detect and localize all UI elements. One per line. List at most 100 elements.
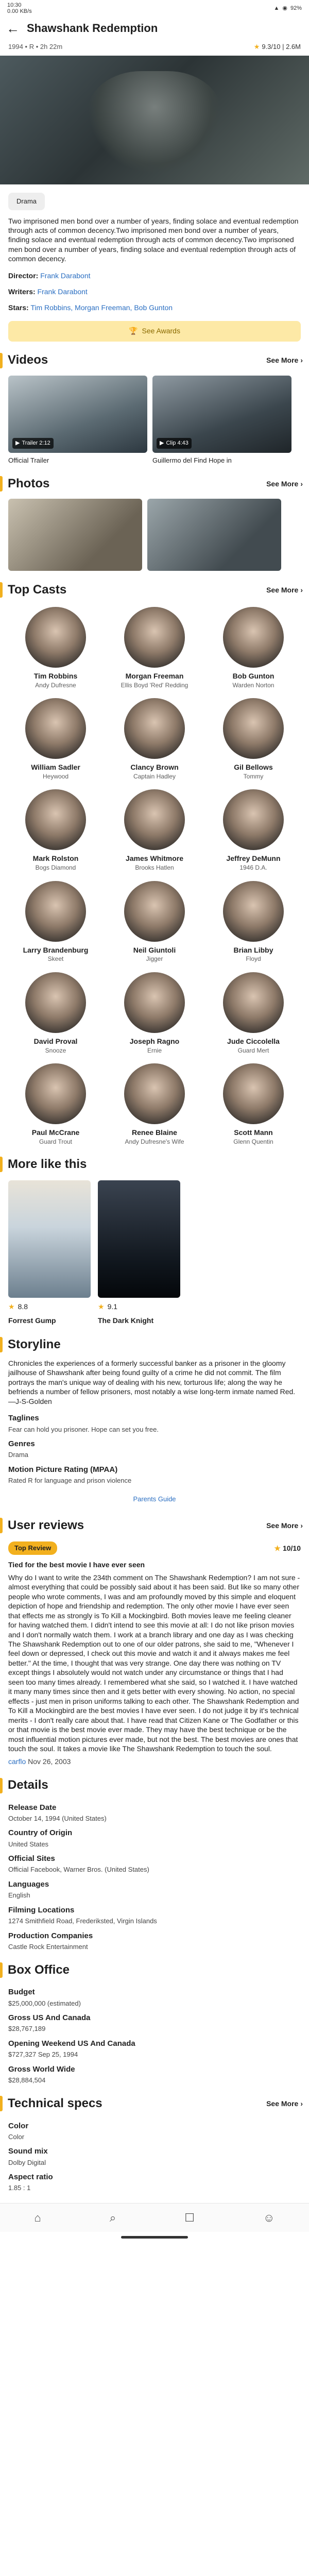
cast-member[interactable]: David Proval Snooze [6, 972, 105, 1054]
detail-value: English [8, 1891, 30, 1900]
reviews-see-more-button[interactable]: See More › [266, 1521, 303, 1531]
director-link[interactable]: Frank Darabont [40, 272, 90, 280]
detail-label: Aspect ratio [8, 2173, 53, 2182]
cast-member[interactable]: Paul McCrane Guard Trout [6, 1063, 105, 1145]
review-byline: carflo Nov 26, 2003 [8, 1757, 301, 1767]
cast-member[interactable]: James Whitmore Brooks Hatlen [105, 789, 204, 871]
cast-member[interactable]: Joseph Ragno Ernie [105, 972, 204, 1054]
parents-guide-button[interactable]: Parents Guide [126, 1492, 183, 1507]
photo-strip [0, 496, 309, 571]
movie-meta-row: 1994 • R • 2h 22m ★ 9.3/10 | 2.6M [0, 40, 309, 54]
detail-label: Gross World Wide [8, 2064, 75, 2074]
cast-role: Warden Norton [232, 681, 274, 689]
poster-rating: ★ 9.1 [98, 1302, 180, 1312]
cast-member[interactable]: Neil Giuntoli Jigger [105, 880, 204, 963]
storyline-section-header: Storyline [0, 1333, 309, 1357]
see-more-label: See More [266, 479, 299, 488]
rating-summary: ★ 9.3/10 | 2.6M [254, 42, 301, 52]
cast-name: Gil Bellows [234, 763, 273, 772]
bookmark-icon[interactable]: ☐ [184, 2210, 195, 2226]
photos-see-more-button[interactable]: See More › [266, 479, 303, 489]
detail-value: 1274 Smithfield Road, Frederiksted, Virg… [8, 1917, 157, 1925]
detail-value: $28,884,504 [8, 2076, 46, 2084]
poster-rating-value: 8.8 [18, 1302, 28, 1311]
see-more-label: See More [266, 356, 299, 365]
status-speed: 0.00 KB/s [7, 8, 32, 14]
photo-thumbnail[interactable] [8, 499, 142, 571]
see-awards-button[interactable]: 🏆 See Awards [8, 320, 301, 342]
search-icon[interactable]: ⌕ [110, 2210, 116, 2226]
videos-see-more-button[interactable]: See More › [266, 355, 303, 365]
section-title: User reviews [8, 1518, 84, 1533]
cast-member[interactable]: Mark Rolston Bogs Diamond [6, 789, 105, 871]
detail-label: Color [8, 2121, 29, 2130]
cast-name: Scott Mann [234, 1128, 273, 1137]
section-accent-bar [0, 2096, 3, 2112]
detail-label: Filming Locations [8, 1905, 75, 1914]
movie-info: 1994 • R • 2h 22m [8, 43, 63, 51]
star-icon: ★ [98, 1302, 105, 1311]
avatar [223, 607, 284, 668]
see-more-label: See More [266, 1521, 299, 1530]
status-bar: 10:30 0.00 KB/s ▲ ◉ 92% [0, 0, 309, 16]
review-top-row: Top Review ★ 10/10 [8, 1541, 301, 1555]
rating-value: 9.3/10 | 2.6M [262, 43, 301, 51]
page-title: Shawshank Redemption [27, 22, 158, 35]
cast-role: Ernie [147, 1046, 162, 1054]
app-bar: ← Shawshank Redemption [0, 16, 309, 40]
cast-member[interactable]: Gil Bellows Tommy [204, 698, 303, 780]
back-arrow-icon[interactable]: ← [6, 22, 20, 35]
stars-link[interactable]: Tim Robbins, Morgan Freeman, Bob Gunton [30, 303, 173, 312]
writers-link[interactable]: Frank Darabont [38, 287, 88, 296]
section-accent-bar [0, 352, 3, 368]
details-section-header: Details [0, 1774, 309, 1798]
review-date: Nov 26, 2003 [28, 1757, 71, 1766]
avatar [25, 698, 86, 759]
section-accent-bar [0, 1337, 3, 1352]
detail-label: Languages [8, 1879, 49, 1889]
cast-member[interactable]: Jude Ciccolella Guard Mert [204, 972, 303, 1054]
cast-name: Bob Gunton [232, 672, 274, 681]
cast-role: Snooze [45, 1046, 66, 1054]
section-accent-bar [0, 582, 3, 598]
home-icon[interactable]: ⌂ [35, 2210, 41, 2226]
storyline-text: Chronicles the experiences of a formerly… [8, 1359, 296, 1405]
review-card[interactable]: Top Review ★ 10/10 Tied for the best mov… [0, 1537, 309, 1766]
avatar [223, 880, 284, 942]
cast-member[interactable]: William Sadler Heywood [6, 698, 105, 780]
cast-role: Heywood [42, 773, 69, 781]
chevron-right-icon: › [300, 2099, 303, 2108]
hero-image[interactable] [0, 56, 309, 184]
box-office-list: Budget $25,000,000 (estimated) Gross US An… [0, 1982, 309, 2084]
cast-member[interactable]: Renee Blaine Andy Dufresne's Wife [105, 1063, 204, 1145]
cast-role: Andy Dufresne's Wife [125, 1138, 184, 1145]
review-author[interactable]: carflo [8, 1757, 26, 1766]
cast-role: Guard Mert [237, 1046, 269, 1054]
cast-member[interactable]: Bob Gunton Warden Norton [204, 607, 303, 689]
movie-poster-card[interactable]: ★ 8.8 Forrest Gump [8, 1180, 91, 1326]
video-card[interactable]: ▶ Clip 4:43 Guillermo del Find Hope in [152, 375, 291, 465]
photo-thumbnail[interactable] [147, 499, 281, 571]
cast-member[interactable]: Clancy Brown Captain Hadley [105, 698, 204, 780]
section-title: Photos [8, 476, 50, 490]
more-like-section-header: More like this [0, 1153, 309, 1176]
poster-title: Forrest Gump [8, 1316, 56, 1325]
cast-member[interactable]: Brian Libby Floyd [204, 880, 303, 963]
photos-section-header: Photos See More › [0, 472, 309, 496]
video-card[interactable]: ▶ Trailer 2:12 Official Trailer [8, 375, 147, 465]
avatar [124, 880, 185, 942]
genres-value: Drama [8, 1451, 29, 1459]
casts-see-more-button[interactable]: See More › [266, 585, 303, 595]
cast-member[interactable]: Larry Brandenburg Skeet [6, 880, 105, 963]
movie-poster-card[interactable]: ★ 9.1 The Dark Knight [98, 1180, 180, 1326]
genre-chip[interactable]: Drama [8, 193, 45, 210]
see-more-label: See More [266, 585, 299, 594]
technical-see-more-button[interactable]: See More › [266, 2099, 303, 2109]
cast-member[interactable]: Morgan Freeman Ellis Boyd 'Red' Redding [105, 607, 204, 689]
profile-icon[interactable]: ☺ [263, 2210, 274, 2226]
cast-member[interactable]: Scott Mann Glenn Quentin [204, 1063, 303, 1145]
avatar [124, 1063, 185, 1125]
cast-member[interactable]: Jeffrey DeMunn 1946 D.A. [204, 789, 303, 871]
cast-member[interactable]: Tim Robbins Andy Dufresne [6, 607, 105, 689]
video-chip-text: Clip 4:43 [166, 439, 188, 446]
